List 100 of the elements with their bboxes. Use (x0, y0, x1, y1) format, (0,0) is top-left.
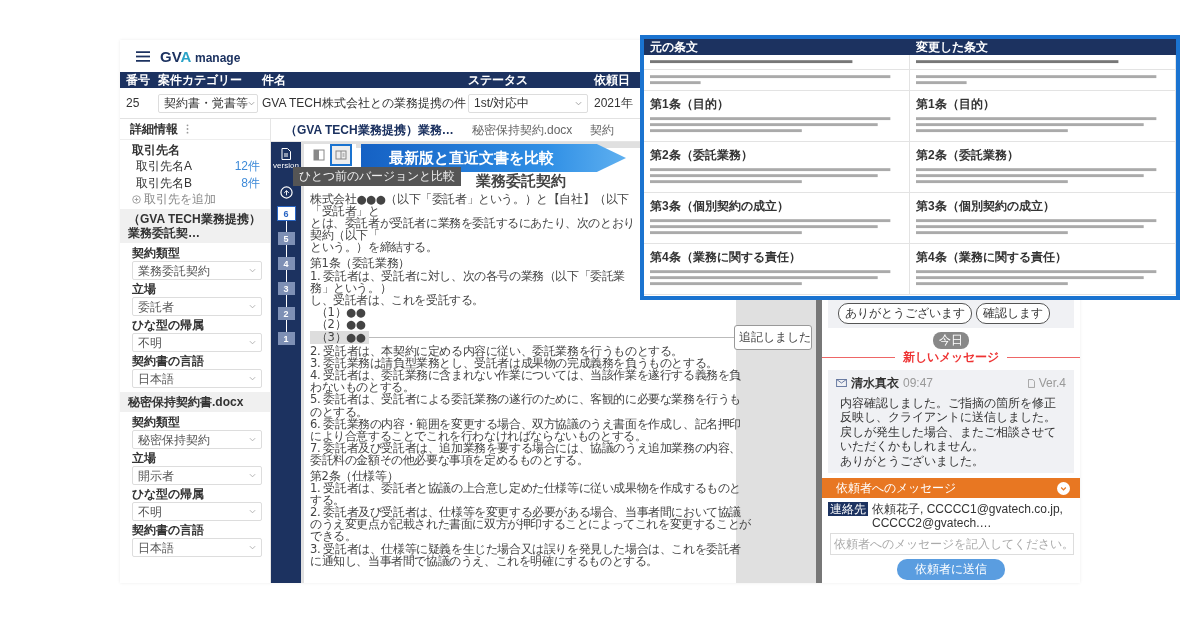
field-label: 立場 (132, 282, 157, 296)
compare-tooltip: ひとつ前のバージョンと比較 (293, 167, 461, 186)
article-heading: 第2条（委託業務） (650, 147, 753, 164)
field-label: 取引先名 (132, 143, 181, 157)
compare-view-icon[interactable] (332, 146, 350, 164)
document-icon (1027, 378, 1035, 388)
dropdown-field[interactable]: 業務委託契約 (132, 261, 262, 280)
day-badge: 今日 (933, 331, 969, 349)
dropdown-field[interactable]: 秘密保持契約 (132, 430, 262, 449)
recipient-list: 依頼花子, CCCCC1@gvatech.co.jp, CCCCC2@gvatech.… (872, 502, 1076, 530)
compose-title: 依頼者へのメッセージ (836, 479, 956, 497)
dropdown-field[interactable]: 不明 (132, 333, 262, 352)
document-title: 業務委託契約 (476, 172, 566, 190)
version-marker[interactable]: 6 (277, 207, 295, 220)
client-count-link[interactable]: 12件 (234, 159, 260, 173)
dropdown-field[interactable]: 日本語 (132, 369, 262, 388)
new-messages-label: 新しいメッセージ (903, 348, 999, 366)
chevron-icon (249, 545, 256, 550)
column-header: 番号 (126, 73, 150, 87)
message-input[interactable]: 依頼者へのメッセージを記入してください。 (830, 533, 1074, 555)
add-client-link[interactable]: 取引先を追加 (144, 192, 216, 206)
article-heading: 第3条（個別契約の成立） (650, 198, 789, 215)
comment-box[interactable]: 追記しました (734, 325, 812, 351)
single-view-icon[interactable] (310, 146, 328, 164)
sender-name: 清水真衣 (851, 374, 899, 392)
clause-text: （2）●● (315, 317, 366, 331)
client-count-link[interactable]: 8件 (241, 176, 260, 190)
reaction-button[interactable]: 確認します (976, 302, 1050, 324)
clause-text: （1）●● (316, 305, 366, 318)
panel-title: 詳細情報 (130, 122, 178, 136)
document-tab[interactable]: （GVA TECH業務提携）業務… (285, 121, 454, 139)
article-heading: 第4条（業務に関する責任） (650, 249, 801, 266)
article-heading: 第3条（個別契約の成立） (916, 198, 1055, 215)
article-heading: 第1条（委託業務） (310, 257, 410, 270)
field-label: 契約類型 (132, 246, 181, 260)
clause-text: 6. 委託業務の内容・範囲を変更する場合、双方協議のうえ書面を作成し、記名押印 により合意することでこれを行わなければならないものとする。 (310, 417, 742, 442)
message-text: 内容確認しました。ご指摘の箇所を修正反映し、クライアントに送信しました。 (839, 395, 1057, 425)
dropdown-field[interactable]: 日本語 (132, 538, 262, 557)
document-tab[interactable]: 秘密保持契約.docx (471, 121, 573, 139)
chevron-icon (249, 340, 256, 345)
chevron-icon (249, 509, 256, 514)
column-header: 変更した条文 (916, 40, 988, 54)
clause-text: 2. 受託者は、本契約に定める内容に従い、委託業務を行うものとする。 (310, 345, 684, 358)
status-select[interactable]: 1st/対応中 (468, 93, 588, 113)
column-header: 依頼日 (594, 73, 630, 87)
document-tab[interactable]: 契約 (590, 121, 615, 139)
clause-text: 4. 受託者は、委託業務に含まれない作業については、当該作業を遂行する義務を負 わないものとする。 (310, 369, 742, 394)
clause-text: 1. 委託者は、受託者に対し、次の各号の業務（以下「委託業務」という。） し、受託者は、これを受託する。 (310, 269, 627, 306)
version-label: version (273, 161, 299, 170)
article-heading: 第1条（目的） (916, 96, 995, 113)
column-header: 件名 (262, 73, 286, 87)
message-time: 09:47 (903, 376, 934, 390)
clause-text: 1. 受託者は、委託者と協議の上合意し定めた仕様等に従い成果物を作成するものと する。 (310, 482, 742, 507)
client-name: 取引先名A (136, 159, 192, 173)
section-header: 秘密保持契約書.docx (120, 392, 270, 412)
clause-text: 2. 委託者及び受託者は、仕様等を変更する必要がある場合、当事者間において協議 のうえ変更点が記載された書面に双方が押印することによってこれを変更することが できる。 (310, 506, 751, 543)
column-header: 案件カテゴリー (158, 73, 242, 87)
mail-icon (836, 379, 847, 387)
document-icon[interactable] (281, 148, 291, 160)
document-paragraph: 株式会社●●●（以下「委託者」という。）と【自社】（以下「受託者」と とは、委託者が受託者に業務を委託するにあたり、次のとおり契約（以下「 という。）を締結する。 (310, 193, 636, 254)
column-header: ステータス (468, 73, 528, 87)
case-title: GVA TECH株式会社との業務提携の件 (262, 95, 466, 110)
section-header: （GVA TECH業務提携）業務委託契… (120, 209, 270, 243)
client-name: 取引先名B (136, 176, 192, 190)
article-heading: 第2条（仕様等） (310, 469, 399, 483)
field-label: ひな型の帰属 (132, 487, 205, 501)
dropdown-field[interactable]: 開示者 (132, 466, 262, 485)
field-label: 契約書の言語 (132, 354, 205, 368)
chevron-icon (248, 100, 255, 106)
case-number: 25 (126, 96, 140, 110)
field-label: 契約類型 (132, 415, 181, 429)
article-heading: 第4条（業務に関する責任） (916, 249, 1067, 266)
field-label: 立場 (132, 451, 157, 465)
message-text: ありがとうございました。 (839, 453, 985, 468)
reaction-button[interactable]: ありがとうございます (838, 302, 972, 324)
request-date: 2021年 (594, 95, 633, 110)
chevron-icon (249, 473, 256, 478)
more-icon[interactable] (186, 124, 189, 134)
clause-text: 5. 委託者は、受託者による委託業務の遂行のために、客観的に必要な業務を行うも のとする。 (310, 393, 742, 418)
clause-text: 3. 受託者は、仕様等に疑義を生じた場合又は誤りを発見した場合は、これを委託者 に通知し、当事者間で協議のうえ、これを明確にするものとする。 (310, 542, 742, 567)
dropdown-field[interactable]: 不明 (132, 502, 262, 521)
dropdown-field[interactable]: 委託者 (132, 297, 262, 316)
field-label: 契約書の言語 (132, 523, 205, 537)
app-logo: GVA manage (160, 47, 241, 65)
clause-text: （3）●● (310, 331, 370, 344)
field-label: ひな型の帰属 (132, 318, 205, 332)
menu-icon[interactable] (136, 50, 150, 62)
chevron-icon[interactable] (1057, 481, 1070, 495)
message-text: 戻しが発生した場合、またご相談させていただくかもしれません。 (839, 424, 1057, 454)
chevron-icon (249, 437, 256, 442)
article-heading: 第1条（目的） (650, 96, 729, 113)
clause-text: 3. 委託業務は請負型業務とし、受託者は成果物の完成義務を負うものとする。 (310, 357, 718, 370)
chevron-icon (575, 100, 582, 106)
chevron-icon (249, 304, 256, 309)
category-select[interactable]: 契約書・覚書等 (158, 93, 258, 113)
chevron-icon (249, 376, 256, 381)
article-heading: 第2条（委託業務） (916, 147, 1019, 164)
chevron-icon (249, 268, 256, 273)
recipient-tag: 連絡先 (828, 502, 868, 516)
column-header: 元の条文 (650, 40, 698, 54)
